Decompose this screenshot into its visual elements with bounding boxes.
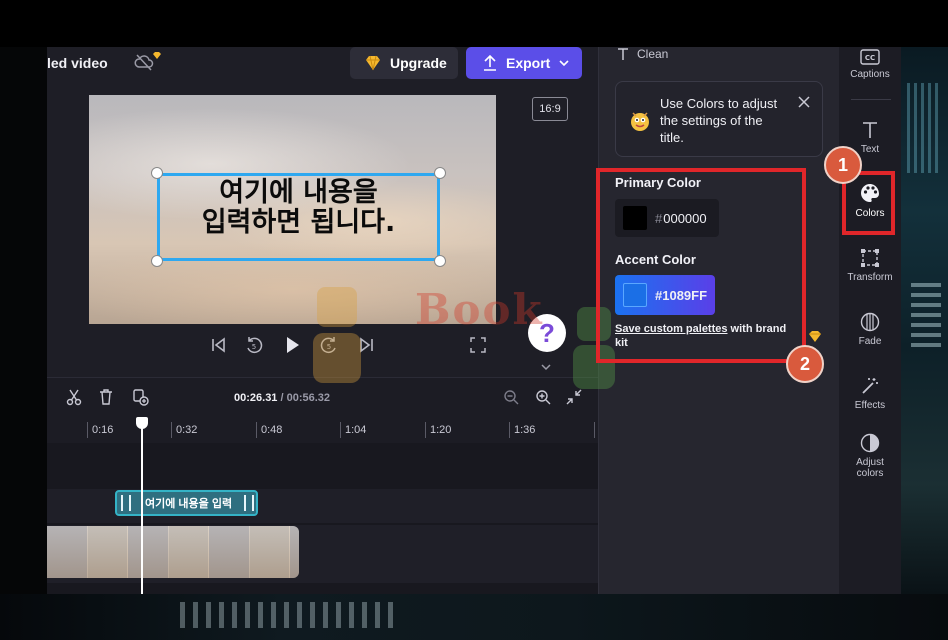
tick-label: 1:20 bbox=[425, 422, 451, 438]
transform-icon bbox=[861, 249, 879, 267]
text-icon bbox=[863, 122, 877, 138]
export-label: Export bbox=[506, 55, 551, 71]
editor-window: led video Upgrade Export 16:9 여기에 내용을 입력… bbox=[47, 47, 901, 594]
text-style-icon bbox=[618, 48, 628, 60]
style-row[interactable]: Clean bbox=[617, 47, 668, 61]
background-bottom bbox=[0, 594, 948, 640]
total-time: / 00:56.32 bbox=[280, 392, 331, 404]
background-top bbox=[0, 0, 948, 47]
collapse-chevron-icon[interactable] bbox=[538, 360, 554, 372]
text-clip[interactable]: 여기에 내용을 입력 bbox=[115, 490, 258, 516]
tip-text: Use Colors to adjust the settings of the… bbox=[660, 96, 778, 145]
background-right bbox=[901, 47, 948, 594]
clip-trim-handle-left[interactable] bbox=[121, 495, 131, 511]
effects-icon bbox=[862, 378, 878, 394]
zoom-out-icon[interactable] bbox=[502, 388, 520, 406]
step-badge-2: 2 bbox=[786, 345, 824, 383]
tick-label: 1:36 bbox=[509, 422, 535, 438]
premium-gem-icon bbox=[808, 330, 822, 343]
resize-handle-bottom-right[interactable] bbox=[434, 255, 446, 267]
fit-timeline-icon[interactable] bbox=[565, 388, 583, 406]
fullscreen-icon[interactable] bbox=[468, 335, 488, 355]
top-bar: led video Upgrade Export bbox=[47, 47, 598, 83]
rewind-5-icon[interactable]: 5 bbox=[244, 335, 264, 355]
upload-icon bbox=[484, 54, 496, 71]
clip-trim-handle-right[interactable] bbox=[244, 495, 254, 511]
skip-to-end-icon[interactable] bbox=[356, 335, 376, 355]
svg-text:5: 5 bbox=[252, 343, 256, 351]
playhead-handle[interactable] bbox=[136, 417, 148, 429]
trash-icon[interactable] bbox=[97, 388, 115, 406]
duplicate-icon[interactable] bbox=[131, 388, 149, 406]
aspect-ratio-button[interactable]: 16:9 bbox=[532, 97, 568, 121]
title-line-1: 여기에 내용을 bbox=[219, 177, 378, 208]
playback-controls: 5 5 bbox=[47, 335, 598, 361]
right-toolbar: CC Captions Text Colors Transform Fade E… bbox=[839, 47, 901, 594]
help-button[interactable]: ? bbox=[528, 314, 566, 352]
background-left bbox=[0, 47, 47, 594]
rail-item-effects[interactable]: Effects bbox=[839, 376, 901, 411]
skip-to-start-icon[interactable] bbox=[209, 335, 229, 355]
rail-item-adjust-colors[interactable]: Adjust colors bbox=[839, 433, 901, 479]
rail-label: Fade bbox=[858, 336, 882, 347]
resize-handle-bottom-left[interactable] bbox=[151, 255, 163, 267]
title-textbox[interactable]: 여기에 내용을 입력하면 됩니다. bbox=[157, 173, 440, 261]
timecode: 00:26.31 / 00:56.32 bbox=[234, 392, 330, 404]
rail-label: Transform bbox=[847, 272, 893, 283]
style-name: Clean bbox=[637, 47, 669, 61]
fade-icon bbox=[860, 312, 880, 332]
text-clip-label: 여기에 내용을 입력 bbox=[145, 498, 233, 510]
adjust-colors-icon bbox=[860, 433, 880, 453]
upgrade-label: Upgrade bbox=[390, 55, 447, 71]
timeline-ruler[interactable]: 0:16 0:32 0:48 1:04 1:20 1:36 bbox=[47, 417, 598, 443]
rail-label: Text bbox=[860, 144, 880, 155]
svg-text:CC: CC bbox=[865, 54, 875, 62]
title-text: 여기에 내용을 입력하면 됩니다. bbox=[160, 178, 437, 238]
upgrade-button[interactable]: Upgrade bbox=[350, 47, 458, 79]
rail-label: Captions bbox=[850, 69, 890, 80]
playhead[interactable] bbox=[141, 423, 143, 594]
zoom-in-icon[interactable] bbox=[534, 388, 552, 406]
chevron-down-icon bbox=[559, 60, 569, 67]
timeline-toolbar: 00:26.31 / 00:56.32 bbox=[47, 377, 598, 417]
current-time: 00:26.31 bbox=[234, 392, 278, 404]
rail-item-fade[interactable]: Fade bbox=[839, 312, 901, 347]
export-button[interactable]: Export bbox=[466, 47, 582, 79]
play-icon[interactable] bbox=[282, 335, 302, 355]
title-line-2: 입력하면 됩니다. bbox=[201, 207, 396, 238]
timeline-tracks: 여기에 내용을 입력 bbox=[47, 443, 598, 594]
captions-icon: CC bbox=[860, 49, 880, 65]
tick-label: 0:32 bbox=[171, 422, 197, 438]
smiley-emoji-icon bbox=[628, 109, 652, 133]
rail-item-transform[interactable]: Transform bbox=[839, 248, 901, 283]
close-icon[interactable] bbox=[796, 94, 812, 110]
gem-icon bbox=[366, 55, 380, 71]
highlight-box-colors bbox=[596, 168, 806, 363]
rail-item-captions[interactable]: CC Captions bbox=[839, 49, 901, 80]
svg-text:5: 5 bbox=[327, 343, 331, 351]
tip-card: Use Colors to adjust the settings of the… bbox=[615, 81, 823, 157]
tick-label: 0:16 bbox=[87, 422, 113, 438]
scissors-icon[interactable] bbox=[65, 388, 83, 406]
forward-5-icon[interactable]: 5 bbox=[319, 335, 339, 355]
rail-label: Effects bbox=[854, 400, 886, 411]
rail-divider bbox=[851, 99, 891, 100]
premium-gem-icon bbox=[152, 47, 162, 59]
video-clip[interactable] bbox=[47, 526, 299, 578]
project-title[interactable]: led video bbox=[47, 55, 108, 71]
tick-label: 0:48 bbox=[256, 422, 282, 438]
tick-label: 1:04 bbox=[340, 422, 366, 438]
resize-handle-top-left[interactable] bbox=[151, 167, 163, 179]
resize-handle-top-right[interactable] bbox=[434, 167, 446, 179]
step-badge-1: 1 bbox=[824, 146, 862, 184]
rail-label: Adjust colors bbox=[856, 457, 884, 479]
